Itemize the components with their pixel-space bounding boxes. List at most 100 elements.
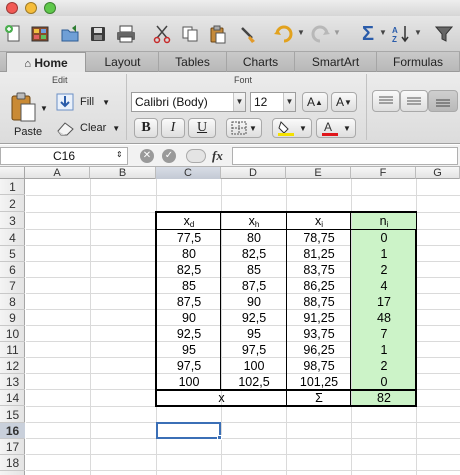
row-header[interactable]: 1 xyxy=(0,179,25,195)
column-header-e[interactable]: E xyxy=(286,167,351,179)
format-painter-icon[interactable] xyxy=(236,22,260,46)
table-cell[interactable]: 92,5 xyxy=(157,326,221,342)
paste-dropdown-caret-icon[interactable]: ▼ xyxy=(40,104,48,113)
table-cell[interactable]: 88,75 xyxy=(287,294,351,310)
table-cell[interactable]: 2 xyxy=(352,262,416,278)
header-ni[interactable]: ni xyxy=(352,213,416,229)
row-header[interactable]: 18 xyxy=(0,455,25,471)
row-header[interactable]: 14 xyxy=(0,390,25,406)
table-cell[interactable]: 85 xyxy=(222,262,286,278)
column-header-d[interactable]: D xyxy=(221,167,286,179)
table-cell[interactable]: 1 xyxy=(352,342,416,358)
table-cell[interactable]: 78,75 xyxy=(287,230,351,246)
bold-button[interactable]: B xyxy=(134,118,158,138)
table-cell[interactable]: 77,5 xyxy=(157,230,221,246)
undo-icon[interactable] xyxy=(272,22,296,46)
table-cell[interactable]: 97,5 xyxy=(222,342,286,358)
active-cell-selection[interactable] xyxy=(156,422,221,439)
table-cell[interactable]: 80 xyxy=(222,230,286,246)
new-workbook-icon[interactable] xyxy=(2,22,26,46)
row-header[interactable]: 9 xyxy=(0,310,25,326)
row-header[interactable]: 10 xyxy=(0,326,25,342)
confirm-entry-icon[interactable]: ✓ xyxy=(162,149,176,163)
row-header[interactable]: 8 xyxy=(0,294,25,310)
row-header[interactable]: 13 xyxy=(0,374,25,390)
table-cell[interactable]: 100 xyxy=(157,374,221,390)
clear-button[interactable]: Clear ▼ xyxy=(56,118,122,138)
tab-layout[interactable]: Layout xyxy=(87,52,159,72)
row-header[interactable]: 3 xyxy=(0,213,25,229)
paste-icon[interactable] xyxy=(206,22,230,46)
footer-total-cell[interactable]: 82 xyxy=(352,390,416,406)
table-cell[interactable]: 86,25 xyxy=(287,278,351,294)
table-cell[interactable]: 82,5 xyxy=(157,262,221,278)
header-xi[interactable]: xi xyxy=(287,213,351,229)
cut-icon[interactable] xyxy=(150,22,174,46)
table-cell[interactable]: 96,25 xyxy=(287,342,351,358)
row-header[interactable]: 5 xyxy=(0,246,25,262)
table-cell[interactable]: 98,75 xyxy=(287,358,351,374)
table-cell[interactable]: 2 xyxy=(352,358,416,374)
font-name-select[interactable]: Calibri (Body) ▼ xyxy=(131,92,246,112)
sort-icon[interactable]: AZ xyxy=(390,22,414,46)
column-header-f[interactable]: F xyxy=(351,167,416,179)
table-cell[interactable]: 93,75 xyxy=(287,326,351,342)
table-cell[interactable]: 97,5 xyxy=(157,358,221,374)
align-bottom-button[interactable] xyxy=(428,90,458,112)
table-cell[interactable]: 80 xyxy=(157,246,221,262)
table-cell[interactable]: 85 xyxy=(157,278,221,294)
row-header[interactable]: 17 xyxy=(0,439,25,455)
shrink-font-button[interactable]: A ▼ xyxy=(331,92,357,112)
table-cell[interactable]: 4 xyxy=(352,278,416,294)
sort-dropdown-caret-icon[interactable]: ▼ xyxy=(414,28,422,37)
grow-font-button[interactable]: A ▲ xyxy=(302,92,328,112)
row-header[interactable]: 15 xyxy=(0,407,25,423)
fill-button[interactable]: Fill ▼ xyxy=(56,92,122,112)
row-header[interactable]: 7 xyxy=(0,278,25,294)
formula-builder-icon[interactable] xyxy=(186,149,206,163)
templates-icon[interactable] xyxy=(28,22,52,46)
table-cell[interactable]: 102,5 xyxy=(222,374,286,390)
redo-dropdown-caret-icon[interactable]: ▼ xyxy=(333,28,341,37)
table-cell[interactable]: 87,5 xyxy=(222,278,286,294)
header-xd[interactable]: xd xyxy=(157,213,221,229)
open-icon[interactable] xyxy=(58,22,82,46)
table-cell[interactable]: 95 xyxy=(157,342,221,358)
table-cell[interactable]: 100 xyxy=(222,358,286,374)
save-icon[interactable] xyxy=(86,22,110,46)
table-cell[interactable]: 17 xyxy=(352,294,416,310)
redo-icon[interactable] xyxy=(308,22,332,46)
select-all-corner[interactable] xyxy=(0,167,25,179)
name-box[interactable]: C16 xyxy=(0,147,128,165)
row-header[interactable]: 11 xyxy=(0,342,25,358)
close-window-button[interactable] xyxy=(6,2,18,14)
footer-label-cell[interactable]: x xyxy=(157,390,286,406)
align-top-button[interactable] xyxy=(372,90,400,112)
name-box-stepper-icon[interactable]: ⇕ xyxy=(116,150,123,159)
table-cell[interactable]: 95 xyxy=(222,326,286,342)
row-header[interactable]: 16 xyxy=(0,423,25,439)
cancel-entry-icon[interactable]: ✕ xyxy=(140,149,154,163)
paste-button[interactable]: Paste xyxy=(6,90,46,140)
autosum-dropdown-caret-icon[interactable]: ▼ xyxy=(379,28,387,37)
column-header-b[interactable]: B xyxy=(90,167,156,179)
font-color-button[interactable]: A ▼ xyxy=(316,118,356,138)
row-header[interactable]: 6 xyxy=(0,262,25,278)
print-icon[interactable] xyxy=(114,22,138,46)
column-header-c[interactable]: C xyxy=(156,167,221,179)
header-xh[interactable]: xh xyxy=(222,213,286,229)
table-cell[interactable]: 83,75 xyxy=(287,262,351,278)
italic-button[interactable]: I xyxy=(161,118,185,138)
table-cell[interactable]: 81,25 xyxy=(287,246,351,262)
fill-handle[interactable] xyxy=(217,435,222,440)
column-header-a[interactable]: A xyxy=(25,167,90,179)
table-cell[interactable]: 91,25 xyxy=(287,310,351,326)
table-cell[interactable]: 48 xyxy=(352,310,416,326)
table-cell[interactable]: 90 xyxy=(157,310,221,326)
table-cell[interactable]: 92,5 xyxy=(222,310,286,326)
table-cell[interactable]: 82,5 xyxy=(222,246,286,262)
row-header[interactable]: 4 xyxy=(0,230,25,246)
underline-button[interactable]: U xyxy=(188,118,216,138)
worksheet-grid[interactable]: xd xh xi ni 77,5 80 78,75 0 80 82,5 81,2… xyxy=(26,179,460,475)
table-cell[interactable]: 101,25 xyxy=(287,374,351,390)
